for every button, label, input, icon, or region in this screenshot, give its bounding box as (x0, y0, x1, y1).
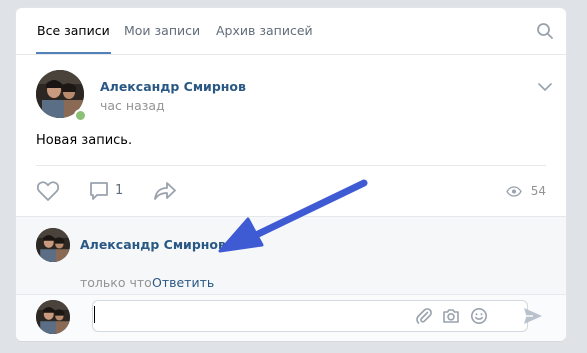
search-icon[interactable] (536, 22, 554, 40)
eye-icon (506, 186, 522, 197)
share-icon (154, 182, 176, 200)
send-icon (524, 308, 542, 324)
text-cursor (94, 306, 95, 323)
comment-button[interactable]: 1 (88, 180, 128, 202)
tab-my-posts[interactable]: Мои записи (124, 8, 200, 54)
reply-link[interactable]: Ответить (152, 275, 214, 290)
views-counter: 54 (506, 183, 546, 199)
heart-icon (36, 181, 60, 201)
paperclip-icon[interactable] (415, 307, 433, 325)
send-button[interactable] (522, 306, 544, 326)
post-text: Новая запись. (36, 133, 133, 148)
avatar (36, 300, 70, 334)
comment-icon (90, 182, 108, 200)
smile-icon[interactable] (470, 307, 488, 325)
like-button[interactable] (36, 180, 60, 202)
post-card: Все записи Мои записи Архив записей Алек… (16, 8, 566, 341)
share-button[interactable] (152, 180, 178, 202)
tab-archive[interactable]: Архив записей (216, 8, 313, 54)
avatar[interactable] (36, 228, 70, 262)
tab-all-posts[interactable]: Все записи (36, 8, 111, 54)
divider (36, 165, 546, 166)
chevron-down-icon[interactable] (538, 81, 552, 91)
camera-icon[interactable] (442, 307, 460, 325)
comment-input[interactable] (92, 300, 528, 332)
views-count: 54 (530, 184, 546, 198)
comment-count: 1 (115, 183, 124, 198)
tab-bar: Все записи Мои записи Архив записей (16, 8, 566, 55)
comment-timestamp[interactable]: только что (80, 275, 152, 290)
comment-author-name[interactable]: Александр Смирнов (80, 237, 226, 252)
post-author-name[interactable]: Александр Смирнов (100, 79, 246, 94)
online-indicator (74, 109, 87, 122)
post-timestamp[interactable]: час назад (100, 98, 165, 113)
